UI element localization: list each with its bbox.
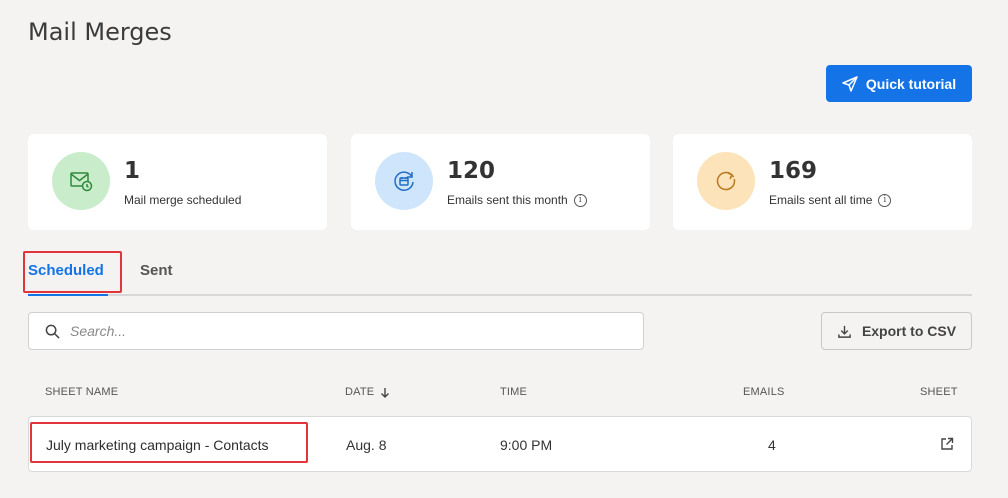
column-header-date-label: DATE [345,386,375,398]
info-icon[interactable]: i [573,193,587,207]
stat-value: 1 [124,158,141,184]
quick-tutorial-label: Quick tutorial [865,75,957,92]
column-header-emails[interactable]: EMAILS [743,386,785,398]
sort-arrow-down-icon [381,387,390,398]
tab-sent[interactable]: Sent [140,262,173,279]
refresh-dashed-icon [697,152,755,210]
stat-label-text: Mail merge scheduled [124,193,242,207]
search-box[interactable] [28,312,644,350]
send-icon [842,75,858,92]
export-csv-label: Export to CSV [861,323,957,339]
export-csv-button[interactable]: Export to CSV [821,312,972,350]
column-header-sheet[interactable]: SHEET [920,386,958,398]
stat-value: 169 [769,158,818,184]
stat-label-text: Emails sent all time [769,193,873,207]
page-title: Mail Merges [28,18,172,46]
row-emails: 4 [768,437,776,453]
row-time: 9:00 PM [500,437,553,453]
info-icon[interactable]: i [878,193,892,207]
external-link-icon[interactable] [940,437,954,451]
mail-clock-icon [52,152,110,210]
row-date: Aug. 8 [346,437,387,453]
stat-label: Mail merge scheduled [124,193,241,207]
quick-tutorial-button[interactable]: Quick tutorial [826,65,972,102]
stat-card-all-time: 169 Emails sent all time i [673,134,972,230]
tab-scheduled[interactable]: Scheduled [28,262,104,279]
table-row[interactable]: July marketing campaign - Contacts Aug. … [28,416,972,472]
calendar-refresh-icon [375,152,433,210]
column-header-date[interactable]: DATE [345,386,390,398]
stat-card-month: 120 Emails sent this month i [351,134,650,230]
tab-bar: Scheduled Sent [28,250,972,296]
stat-value: 120 [447,158,496,184]
download-icon [838,325,851,338]
search-input[interactable] [70,323,610,339]
active-tab-indicator [28,294,108,296]
column-header-time[interactable]: TIME [500,386,527,398]
column-header-sheet-name[interactable]: SHEET NAME [45,386,118,398]
stat-label: Emails sent all time i [769,193,892,207]
search-icon [45,324,60,339]
stat-card-scheduled: 1 Mail merge scheduled [28,134,327,230]
stat-label: Emails sent this month i [447,193,587,207]
stat-label-text: Emails sent this month [447,193,568,207]
row-sheet-name[interactable]: July marketing campaign - Contacts [46,437,269,453]
